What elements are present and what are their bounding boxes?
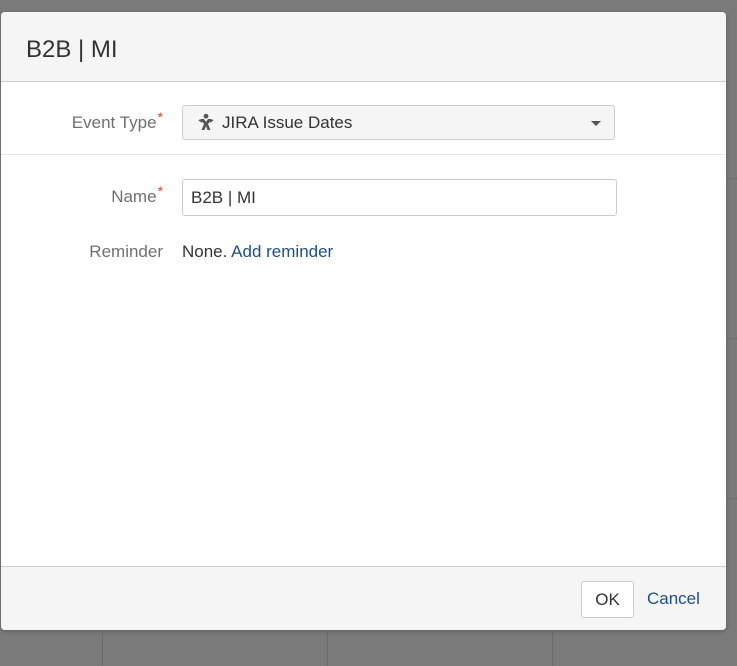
dialog-title: B2B | MI [26, 36, 118, 63]
grid-line [727, 338, 737, 339]
event-type-label-text: Event Type [71, 113, 157, 132]
cancel-link[interactable]: Cancel [647, 589, 700, 609]
grid-line [102, 632, 103, 666]
required-marker: * [157, 183, 163, 199]
event-type-label: Event Type* [1, 109, 163, 133]
dialog-header: B2B | MI [1, 12, 726, 82]
grid-line [552, 632, 553, 666]
event-type-select[interactable]: JIRA Issue Dates [182, 105, 615, 140]
name-field[interactable] [182, 179, 617, 216]
name-label-text: Name [111, 187, 157, 206]
event-type-selected-value: JIRA Issue Dates [222, 113, 353, 132]
name-label: Name* [1, 183, 163, 207]
reminder-value: None. Add reminder [182, 242, 333, 262]
reminder-none-text: None. [182, 242, 228, 261]
ok-button[interactable]: OK [581, 581, 634, 618]
reminder-label: Reminder [89, 242, 163, 261]
dialog-footer: OK Cancel [1, 566, 726, 630]
add-reminder-link[interactable]: Add reminder [231, 242, 333, 261]
grid-line [327, 632, 328, 666]
section-divider [1, 154, 726, 155]
edit-event-dialog: B2B | MI Event Type* JIRA Issue Dates Na… [1, 12, 726, 630]
jira-icon [198, 113, 214, 130]
required-marker: * [157, 109, 163, 125]
grid-line [727, 178, 737, 179]
chevron-down-icon [591, 121, 601, 126]
grid-line [727, 498, 737, 499]
